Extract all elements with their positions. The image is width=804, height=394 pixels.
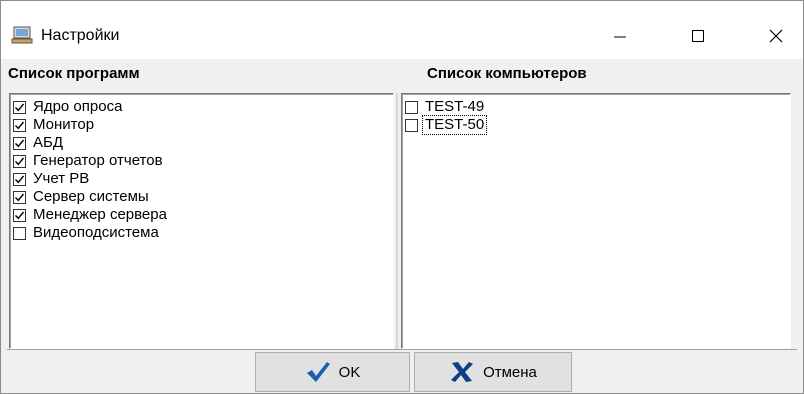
list-item[interactable]: Менеджер сервера <box>13 206 169 224</box>
check-icon <box>15 157 25 165</box>
check-icon <box>15 211 25 219</box>
programs-header: Список программ <box>8 65 140 82</box>
checkbox[interactable] <box>405 118 418 132</box>
panel-splitter[interactable] <box>396 93 398 349</box>
list-item-label: Монитор <box>33 116 95 133</box>
settings-window: Настройки Список программ Список компьют… <box>0 0 804 394</box>
check-icon <box>15 193 25 201</box>
close-icon <box>769 29 783 43</box>
ok-label: OK <box>338 363 361 381</box>
checkbox[interactable] <box>13 118 26 132</box>
computers-list[interactable]: TEST-49 TEST-50 <box>401 93 791 349</box>
checkbox[interactable] <box>13 208 26 222</box>
maximize-button[interactable] <box>675 18 721 54</box>
programs-list[interactable]: Ядро опроса Монитор АБД Генератор отчетов Уч… <box>9 93 394 349</box>
minimize-icon <box>614 36 626 38</box>
minimize-button[interactable] <box>597 18 643 54</box>
check-icon <box>15 103 25 111</box>
app-icon <box>11 26 33 44</box>
list-item[interactable]: Монитор <box>13 116 169 134</box>
check-icon <box>15 175 25 183</box>
checkbox[interactable] <box>13 226 26 240</box>
checkbox[interactable] <box>13 100 26 114</box>
computers-header: Список компьютеров <box>427 65 587 82</box>
close-button[interactable] <box>753 18 799 54</box>
cancel-button[interactable]: Отмена <box>414 352 572 392</box>
check-icon <box>15 121 25 129</box>
list-item-label: Видеоподсистема <box>33 224 159 241</box>
cancel-label: Отмена <box>483 363 537 381</box>
list-item-label: TEST-50 <box>421 115 488 135</box>
cross-icon <box>451 362 474 382</box>
window-title: Настройки <box>41 27 120 44</box>
checkbox[interactable] <box>13 154 26 168</box>
maximize-icon <box>692 30 704 42</box>
list-item[interactable]: Учет РВ <box>13 170 169 188</box>
list-item-label: Учет РВ <box>33 170 90 187</box>
list-item-label: TEST-49 <box>425 98 485 115</box>
title-bar[interactable]: Настройки <box>1 1 803 59</box>
check-icon <box>15 139 25 147</box>
list-item[interactable]: TEST-50 <box>405 115 488 135</box>
list-item-label: Менеджер сервера <box>33 206 167 223</box>
ok-button[interactable]: OK <box>255 352 410 392</box>
list-item-label: Ядро опроса <box>33 98 123 115</box>
list-item[interactable]: Сервер системы <box>13 188 169 206</box>
list-item[interactable]: Ядро опроса <box>13 98 169 116</box>
list-item[interactable]: Видеоподсистема <box>13 224 169 242</box>
list-item-label: Сервер системы <box>33 188 149 205</box>
list-item[interactable]: АБД <box>13 134 169 152</box>
list-item[interactable]: TEST-49 <box>405 98 486 116</box>
list-item-label: АБД <box>33 134 64 151</box>
checkbox[interactable] <box>13 190 26 204</box>
checkbox[interactable] <box>13 136 26 150</box>
list-item-label: Генератор отчетов <box>33 152 163 169</box>
checkbox[interactable] <box>405 100 418 114</box>
list-item[interactable]: Генератор отчетов <box>13 152 169 170</box>
checkmark-icon <box>306 362 330 382</box>
checkbox[interactable] <box>13 172 26 186</box>
